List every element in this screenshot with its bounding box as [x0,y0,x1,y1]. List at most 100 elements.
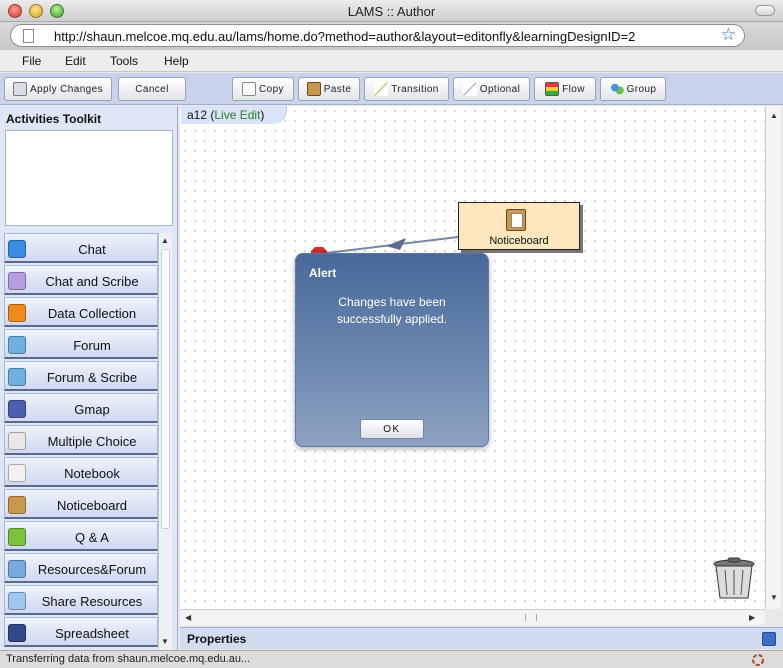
scroll-down-arrow-icon[interactable]: ▼ [161,637,169,646]
toolkit-item-forum[interactable]: Forum [4,329,158,359]
transition-button[interactable]: Transition [364,77,449,101]
flow-label: Flow [562,83,585,95]
toolkit-item-label: Resources&Forum [37,562,147,577]
canvas-scroll-left-icon[interactable]: ◀ [185,613,191,622]
toolbar-toggle-button[interactable] [755,5,775,16]
canvas-horizontal-scrollbar[interactable]: ◀ ▶ [180,609,765,625]
copy-icon [242,82,257,96]
page-icon [23,29,34,43]
design-name-text: a12 [187,108,208,122]
toolkit-item-forum-scribe[interactable]: Forum & Scribe [4,361,158,391]
noticeboard-activity[interactable]: Noticeboard [458,202,580,250]
paste-icon [306,82,321,96]
optional-label: Optional [479,83,521,95]
status-text: Transferring data from shaun.melcoe.mq.e… [6,653,251,665]
notebook-icon [8,464,26,482]
toolkit-item-label: Spreadsheet [55,626,129,641]
copy-label: Copy [259,83,284,95]
flow-button[interactable]: Flow [534,77,596,101]
window-titlebar: LAMS :: Author [0,0,783,22]
toolkit-scroll-thumb[interactable] [161,249,170,529]
properties-panel: Properties [180,627,783,649]
ok-button[interactable]: OK [360,419,424,439]
share-resources-icon [8,592,26,610]
toolkit-item-label: Chat and Scribe [45,274,139,289]
toolkit-item-share-resources[interactable]: Share Resources [4,585,158,615]
bookmark-star-icon[interactable]: ☆ [721,25,736,45]
menu-bar: File Edit Tools Help [0,51,783,72]
toolkit-item-label: Gmap [74,402,110,417]
activities-list: Chat Chat and Scribe Data Collection Forum F… [4,233,158,651]
toolkit-item-spreadsheet[interactable]: Spreadsheet [4,617,158,647]
toolkit-item-gmap[interactable]: Gmap [4,393,158,423]
toolkit-item-notebook[interactable]: Notebook [4,457,158,487]
toolkit-item-chat[interactable]: Chat [4,233,158,263]
optional-pen-icon [462,82,477,96]
loading-spinner-icon [752,654,764,666]
toolkit-item-label: Chat [78,242,106,257]
window-title: LAMS :: Author [347,4,436,19]
toolkit-item-label: Multiple Choice [47,434,137,449]
url-text[interactable]: http://shaun.melcoe.mq.edu.au/lams/home.… [54,29,635,44]
design-name: a12 (Live Edit) [187,108,265,122]
transition-label: Transition [391,83,439,95]
address-bar[interactable]: http://shaun.melcoe.mq.edu.au/lams/home.… [10,24,745,47]
scroll-up-arrow-icon[interactable]: ▲ [161,236,169,245]
flow-traffic-light-icon [545,82,560,96]
canvas-scroll-up-icon[interactable]: ▲ [770,111,778,120]
noticeboard-icon [8,496,26,514]
toolkit-item-chat-and-scribe[interactable]: Chat and Scribe [4,265,158,295]
copy-button[interactable]: Copy [232,77,294,101]
toolkit-item-label: Forum & Scribe [46,370,138,385]
group-people-icon [609,82,624,96]
properties-title: Properties [187,632,247,646]
toolkit-item-label: Share Resources [41,594,143,609]
toolkit-scrollbar[interactable]: ▲ ▼ [158,233,172,651]
chat-bubble-icon [8,240,26,258]
canvas-scroll-down-icon[interactable]: ▼ [770,593,778,602]
expand-properties-icon[interactable] [762,632,776,646]
resources-forum-icon [8,560,26,578]
menu-help[interactable]: Help [164,54,189,68]
toolkit-item-q-a[interactable]: Q & A [4,521,158,551]
forum-scribe-icon [8,368,26,386]
alert-dialog: Alert Changes have been successfully app… [295,253,489,447]
group-button[interactable]: Group [600,77,666,101]
toolkit-item-label: Data Collection [47,306,137,321]
toolkit-item-label: Forum [73,338,111,353]
toolkit-item-label: Notebook [64,466,120,481]
chat-scribe-icon [8,272,26,290]
menu-file[interactable]: File [22,54,41,68]
toolkit-item-resources-forum[interactable]: Resources&Forum [4,553,158,583]
toolkit-item-multiple-choice[interactable]: Multiple Choice [4,425,158,455]
canvas-scroll-grip[interactable] [525,614,537,621]
apply-changes-label: Apply Changes [29,83,104,95]
forum-people-icon [8,336,26,354]
spreadsheet-icon [8,624,26,642]
menu-tools[interactable]: Tools [110,54,138,68]
database-icon [8,304,26,322]
paste-button[interactable]: Paste [298,77,360,101]
author-toolbar: Apply Changes Cancel Copy Paste Transiti… [0,73,783,105]
toolkit-item-label: Noticeboard [56,498,128,513]
question-icon [8,528,26,546]
design-tab-header: a12 (Live Edit) [181,106,287,124]
cancel-label: Cancel [135,83,169,95]
checklist-icon [8,432,26,450]
optional-button[interactable]: Optional [453,77,530,101]
activity-preview-area [5,130,173,226]
menu-edit[interactable]: Edit [65,54,86,68]
apply-changes-icon [12,82,27,96]
toolkit-item-data-collection[interactable]: Data Collection [4,297,158,327]
canvas-vertical-scrollbar[interactable]: ▲ ▼ [765,106,781,609]
trash-bin-icon[interactable] [712,556,756,600]
toolkit-item-noticeboard[interactable]: Noticeboard [4,489,158,519]
group-label: Group [626,83,657,95]
live-edit-label: Live Edit [214,108,261,122]
canvas-scroll-right-icon[interactable]: ▶ [749,613,755,622]
address-bar-row: http://shaun.melcoe.mq.edu.au/lams/home.… [0,22,783,50]
alert-title: Alert [309,266,337,280]
alert-message: Changes have been successfully applied. [336,295,448,326]
apply-changes-button[interactable]: Apply Changes [4,77,112,101]
cancel-button[interactable]: Cancel [118,77,186,101]
